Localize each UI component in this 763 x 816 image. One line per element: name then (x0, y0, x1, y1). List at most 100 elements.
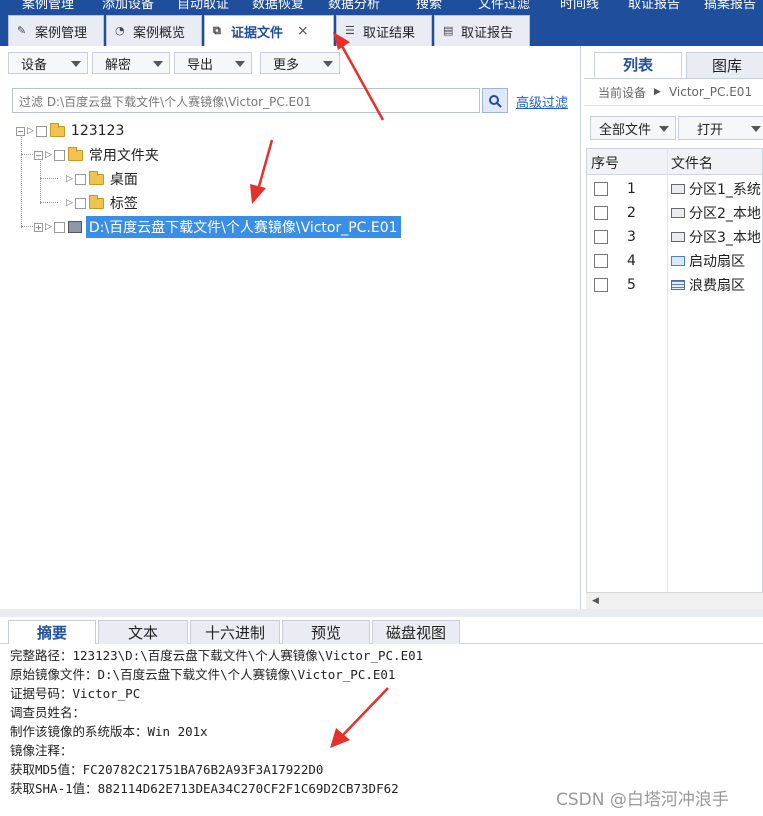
pane-splitter[interactable] (0, 609, 763, 617)
evidence-panel: 设备 解密 导出 更多 过滤 D:\百度云盘下载文件\个人赛镜像\Victor_… (0, 46, 581, 609)
export-dropdown[interactable]: 导出 (174, 52, 252, 74)
file-icon: ⧉ (213, 24, 221, 37)
chevron-down-icon (153, 61, 163, 67)
disk-image-icon (67, 221, 82, 233)
expand-icon[interactable]: + (34, 222, 43, 232)
tree-node-common-folders[interactable]: − ▷ 常用文件夹 (34, 144, 159, 166)
menu-item-auto-forensics[interactable]: 自动取证 (177, 0, 229, 12)
node-checkbox[interactable] (35, 125, 47, 137)
node-dot-icon: ▷ (66, 174, 73, 184)
tab-list[interactable]: 列表 (594, 52, 682, 78)
node-checkbox[interactable] (53, 149, 65, 161)
summary-original-image: 原始镜像文件：D:\百度云盘下载文件\个人赛镜像\Victor_PC.E01 (10, 667, 396, 682)
tree-guide (40, 178, 58, 179)
filter-input[interactable]: 过滤 D:\百度云盘下载文件\个人赛镜像\Victor_PC.E01 (12, 88, 480, 113)
chevron-down-icon (659, 126, 669, 132)
row-index: 5 (627, 277, 636, 293)
tab-forensic-results[interactable]: ☰ 取证结果 (336, 15, 432, 46)
node-dot-icon: ▷ (66, 198, 73, 208)
summary-content: 完整路径：123123\D:\百度云盘下载文件\个人赛镜像\Victor_PC.… (10, 646, 760, 798)
tree-guide (40, 202, 58, 203)
tab-case-management[interactable]: ✎ 案例管理 (8, 15, 104, 46)
tab-label: 取证结果 (363, 25, 416, 41)
collapse-icon[interactable]: − (16, 126, 25, 136)
menu-item-report[interactable]: 取证报告 (628, 0, 680, 12)
row-checkbox[interactable] (594, 182, 608, 196)
chevron-right-icon: ▶ (654, 87, 661, 97)
table-row[interactable]: 5 浪费扇区 (587, 273, 762, 297)
export-label: 导出 (187, 57, 214, 73)
tab-evidence-files[interactable]: ⧉ 证据文件 × (204, 15, 334, 46)
menu-item-search[interactable]: 搜索 (416, 0, 442, 12)
table-row[interactable]: 3 分区3_本地 (587, 225, 762, 249)
partition-icon (671, 208, 685, 218)
table-row[interactable]: 2 分区2_本地 (587, 201, 762, 225)
close-icon[interactable]: × (297, 23, 309, 39)
scroll-left-icon[interactable]: ◀ (592, 596, 599, 606)
node-checkbox[interactable] (74, 173, 86, 185)
folder-icon (67, 146, 83, 161)
menu-item-analysis[interactable]: 数据分析 (328, 0, 380, 12)
row-filename: 启动扇区 (689, 254, 745, 270)
unused-sector-icon (671, 280, 685, 290)
tree-node-desktop[interactable]: ▷ 桌面 (66, 168, 138, 190)
table-row[interactable]: 4 启动扇区 (587, 249, 762, 273)
tab-hex[interactable]: 十六进制 (190, 620, 280, 644)
tab-preview[interactable]: 预览 (282, 620, 370, 644)
tab-forensic-report[interactable]: ▤ 取证报告 (434, 15, 530, 46)
menu-item-add-device[interactable]: 添加设备 (102, 0, 154, 12)
search-button[interactable] (482, 88, 508, 113)
menu-item-case-report[interactable]: 搞案报告 (704, 0, 756, 12)
tab-label: 取证报告 (461, 25, 514, 41)
menu-item-filter[interactable]: 文件过滤 (478, 0, 530, 12)
row-filename: 浪费扇区 (689, 278, 745, 294)
results-icon: ☰ (345, 24, 355, 37)
tree-node-tags[interactable]: ▷ 标签 (66, 192, 138, 214)
tree-node-image-file[interactable]: + ▷ D:\百度云盘下载文件\个人赛镜像\Victor_PC.E01 (34, 216, 401, 238)
tab-case-overview[interactable]: ◔ 案例概览 (106, 15, 202, 46)
partition-icon (671, 232, 685, 242)
search-icon (489, 94, 502, 108)
tab-gallery[interactable]: 图库 (686, 52, 763, 78)
advanced-filter-link[interactable]: 高级过滤 (516, 92, 568, 111)
file-list-panel: 列表 图库 当前设备 ▶ Victor_PC.E01 全部文件 打开 序号 文件… (584, 46, 763, 609)
tab-bar: ✎ 案例管理 ◔ 案例概览 ⧉ 证据文件 × ☰ 取证结果 ▤ 取证报告 (0, 12, 763, 46)
column-header-filename[interactable]: 文件名 (671, 153, 713, 173)
report-icon: ▤ (443, 24, 454, 37)
tab-label: 案例管理 (35, 25, 88, 41)
device-label: 设备 (21, 57, 48, 73)
menu-item-case[interactable]: 案例管理 (22, 0, 74, 12)
table-row[interactable]: 1 分区1_系统 (587, 177, 762, 201)
all-files-dropdown[interactable]: 全部文件 (590, 116, 676, 140)
collapse-icon[interactable]: − (34, 150, 43, 160)
decrypt-dropdown[interactable]: 解密 (92, 52, 170, 74)
summary-image-notes: 镜像注释： (10, 743, 73, 758)
open-dropdown[interactable]: 打开 (678, 116, 763, 140)
device-dropdown[interactable]: 设备 (8, 52, 88, 74)
row-index: 4 (627, 253, 636, 269)
node-checkbox[interactable] (53, 221, 65, 233)
summary-full-path: 完整路径：123123\D:\百度云盘下载文件\个人赛镜像\Victor_PC.… (10, 648, 424, 663)
all-files-label: 全部文件 (599, 122, 652, 138)
tab-text[interactable]: 文本 (98, 620, 188, 644)
more-dropdown[interactable]: 更多 (260, 52, 340, 74)
row-checkbox[interactable] (594, 254, 608, 268)
row-checkbox[interactable] (594, 230, 608, 244)
node-label: 标签 (109, 196, 138, 212)
breadcrumb-image[interactable]: Victor_PC.E01 (669, 85, 752, 99)
column-header-index[interactable]: 序号 (591, 153, 619, 173)
breadcrumb-device[interactable]: 当前设备 (598, 84, 646, 101)
detail-tab-bar: 摘要 文本 十六进制 预览 磁盘视图 (0, 617, 763, 644)
tab-summary[interactable]: 摘要 (8, 620, 96, 644)
menu-item-recovery[interactable]: 数据恢复 (252, 0, 304, 12)
summary-investigator: 调查员姓名： (10, 705, 86, 720)
open-label: 打开 (697, 122, 724, 138)
menu-item-timeline[interactable]: 时间线 (560, 0, 599, 12)
row-checkbox[interactable] (594, 278, 608, 292)
row-checkbox[interactable] (594, 206, 608, 220)
tab-disk-view[interactable]: 磁盘视图 (372, 620, 460, 644)
horizontal-scrollbar[interactable]: ◀ (586, 592, 763, 609)
tree-node-case[interactable]: − ▷ 123123 (16, 120, 124, 142)
boot-sector-icon (671, 256, 685, 266)
node-checkbox[interactable] (74, 197, 86, 209)
